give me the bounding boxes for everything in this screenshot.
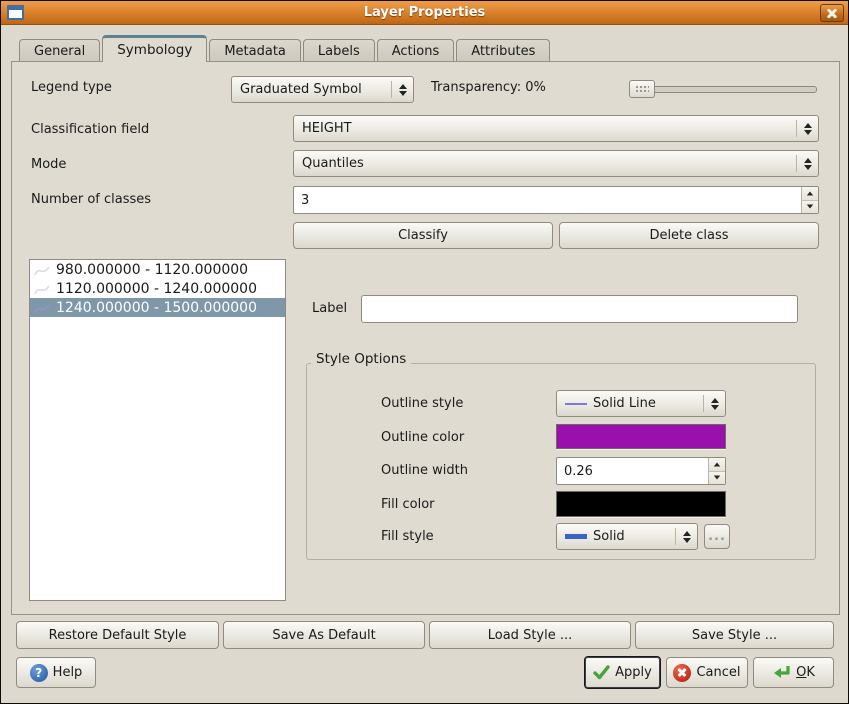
fill-color-swatch[interactable] (556, 491, 726, 517)
classification-field-label: Classification field (31, 122, 149, 137)
restore-default-style-button[interactable]: Restore Default Style (16, 621, 219, 649)
number-of-classes-value: 3 (294, 187, 801, 213)
tab-metadata[interactable]: Metadata (209, 39, 301, 62)
load-style-button[interactable]: Load Style ... (429, 621, 631, 649)
transparency-slider-groove[interactable] (631, 86, 817, 93)
close-icon (827, 8, 837, 18)
spin-down-button[interactable] (802, 201, 818, 214)
tab-labels[interactable]: Labels (303, 39, 375, 62)
apply-check-icon (593, 665, 610, 680)
spin-down-icon (807, 205, 813, 209)
number-of-classes-spinbox[interactable]: 3 (293, 186, 819, 214)
cancel-icon (673, 664, 691, 682)
mode-value: Quantiles (302, 156, 364, 171)
class-list[interactable]: 980.000000 - 1120.000000 1120.000000 - 1… (29, 259, 286, 601)
legend-type-value: Graduated Symbol (240, 82, 362, 97)
layer-properties-dialog: Layer Properties General Symbology Metad… (0, 0, 849, 704)
curve-symbol-icon (33, 262, 51, 278)
combo-arrows-icon (392, 84, 413, 96)
title-bar[interactable]: Layer Properties (1, 1, 848, 25)
class-list-item[interactable]: 1240.000000 - 1500.000000 (30, 298, 285, 317)
classify-button[interactable]: Classify (293, 222, 553, 249)
help-button[interactable]: ? Help (16, 657, 96, 688)
transparency-label: Transparency: 0% (431, 80, 546, 95)
spin-down-icon (714, 476, 720, 480)
spin-up-button[interactable] (802, 187, 818, 201)
outline-width-value: 0.26 (557, 458, 708, 484)
fill-style-combo[interactable]: Solid (556, 523, 698, 550)
fill-style-value: Solid (593, 529, 625, 544)
legend-type-combo[interactable]: Graduated Symbol (231, 76, 414, 103)
spin-up-button[interactable] (709, 458, 725, 472)
combo-arrows-icon (797, 158, 818, 170)
mode-combo[interactable]: Quantiles (293, 150, 819, 177)
outline-width-label: Outline width (381, 463, 468, 478)
outline-color-swatch[interactable] (556, 424, 726, 449)
line-sample-icon (565, 534, 587, 539)
classification-field-combo[interactable]: HEIGHT (293, 115, 819, 142)
ok-button[interactable]: OK (753, 657, 834, 688)
tab-actions[interactable]: Actions (377, 39, 455, 62)
style-options-title: Style Options (311, 351, 411, 367)
class-label-input[interactable] (361, 295, 798, 323)
save-as-default-button[interactable]: Save As Default (223, 621, 425, 649)
outline-style-label: Outline style (381, 396, 463, 411)
class-label-label: Label (312, 301, 347, 316)
combo-arrows-icon (704, 398, 725, 410)
tab-symbology[interactable]: Symbology (102, 35, 207, 62)
fill-style-label: Fill style (381, 529, 434, 544)
save-style-button[interactable]: Save Style ... (635, 621, 834, 649)
number-of-classes-label: Number of classes (31, 192, 151, 207)
class-list-item[interactable]: 1120.000000 - 1240.000000 (30, 279, 285, 298)
tab-attributes[interactable]: Attributes (456, 39, 550, 62)
outline-style-combo[interactable]: Solid Line (556, 390, 726, 417)
curve-symbol-icon (33, 300, 51, 316)
curve-symbol-icon (33, 281, 51, 297)
window-title: Layer Properties (1, 5, 848, 20)
line-sample-icon (565, 403, 587, 405)
close-button[interactable] (820, 4, 844, 22)
outline-width-spinbox[interactable]: 0.26 (556, 457, 726, 485)
apply-button[interactable]: Apply (584, 656, 661, 689)
combo-arrows-icon (797, 123, 818, 135)
legend-type-label: Legend type (31, 80, 112, 95)
spin-up-icon (714, 462, 720, 466)
combo-arrows-icon (676, 531, 697, 543)
spin-down-button[interactable] (709, 472, 725, 485)
spin-up-icon (807, 191, 813, 195)
outline-color-label: Outline color (381, 430, 464, 445)
outline-style-value: Solid Line (593, 396, 656, 411)
classification-field-value: HEIGHT (302, 121, 352, 136)
cancel-button[interactable]: Cancel (666, 657, 748, 688)
tab-bar: General Symbology Metadata Labels Action… (19, 35, 552, 62)
fill-color-label: Fill color (381, 497, 435, 512)
tab-general[interactable]: General (19, 39, 100, 62)
ok-enter-icon (772, 664, 791, 681)
class-list-item[interactable]: 980.000000 - 1120.000000 (30, 260, 285, 279)
mode-label: Mode (31, 157, 66, 172)
help-icon: ? (30, 664, 48, 682)
more-fill-options-button[interactable]: ... (704, 524, 730, 549)
transparency-slider-handle[interactable] (629, 80, 655, 98)
delete-class-button[interactable]: Delete class (559, 222, 819, 249)
